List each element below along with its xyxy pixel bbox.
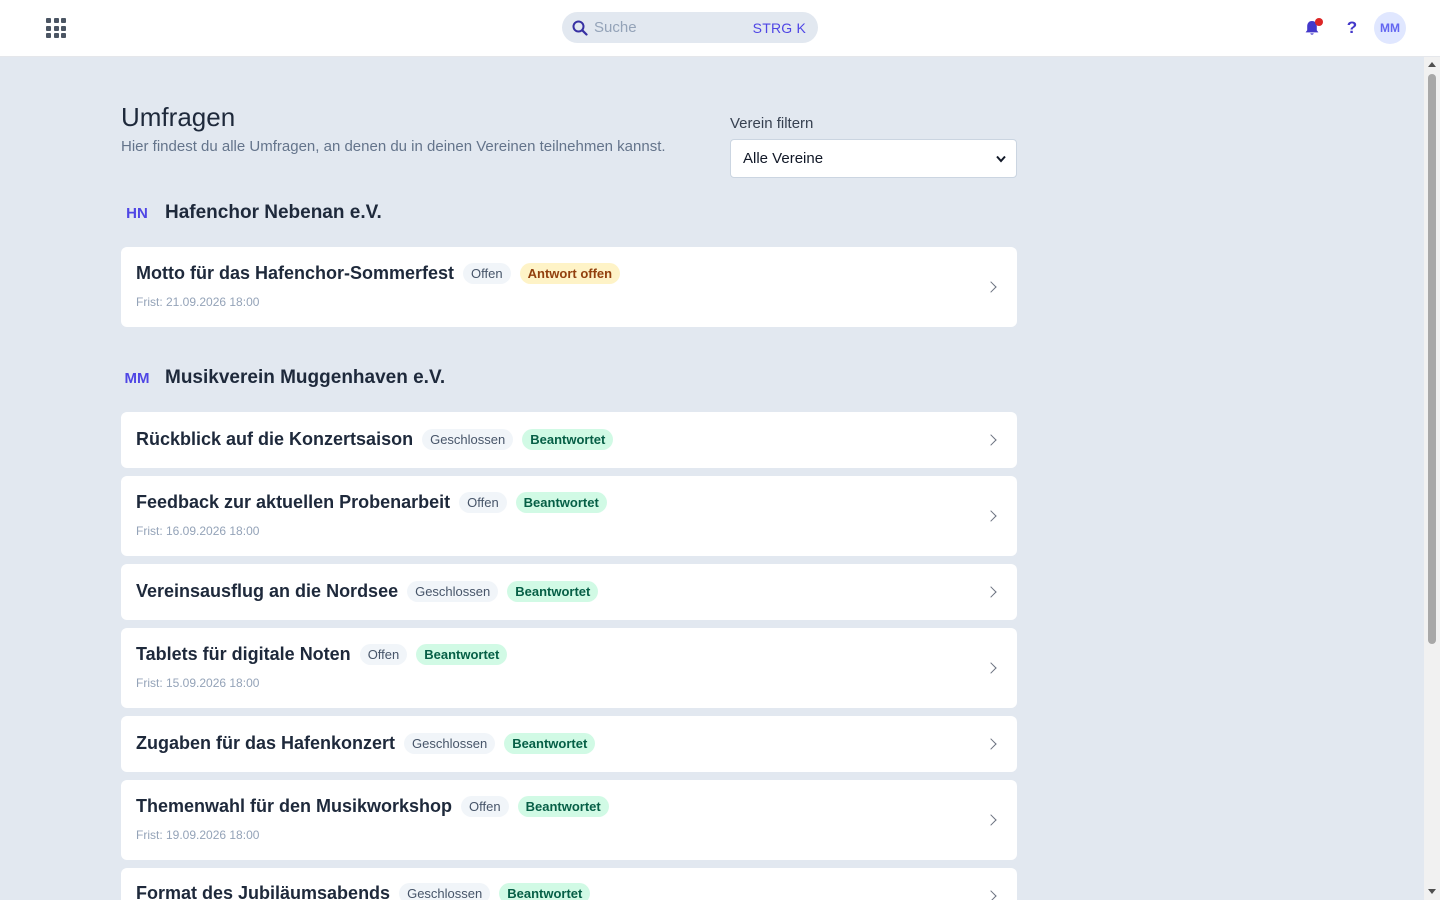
- club-filter-select[interactable]: Alle Vereine: [730, 139, 1017, 178]
- survey-deadline: Frist: 19.09.2026 18:00: [136, 828, 260, 842]
- search-bar[interactable]: Suche STRG K: [562, 12, 818, 43]
- chevron-right-icon: [985, 738, 997, 750]
- survey-status-badge: Geschlossen: [407, 581, 499, 602]
- survey-title: Vereinsausflug an die Nordsee: [136, 581, 399, 601]
- survey-card[interactable]: Format des Jubiläumsabends Geschlossen B…: [121, 868, 1017, 900]
- survey-title: Tablets für digitale Noten: [136, 644, 351, 664]
- club-header: HN Hafenchor Nebenan e.V.: [121, 202, 382, 224]
- club-filter-value: Alle Vereine: [743, 150, 824, 167]
- survey-card[interactable]: Themenwahl für den Musikworkshop Offen B…: [121, 780, 1017, 860]
- survey-card[interactable]: Rückblick auf die Konzertsaison Geschlos…: [121, 412, 1017, 468]
- survey-status-badge: Geschlossen: [399, 883, 491, 900]
- search-input[interactable]: Suche: [594, 19, 753, 36]
- chevron-right-icon: [985, 586, 997, 598]
- answer-status-badge: Beantwortet: [515, 492, 607, 513]
- answer-status-badge: Beantwortet: [504, 733, 596, 754]
- survey-card[interactable]: Vereinsausflug an die Nordsee Geschlosse…: [121, 564, 1017, 620]
- survey-deadline: Frist: 16.09.2026 18:00: [136, 524, 260, 538]
- answer-status-badge: Beantwortet: [522, 429, 614, 450]
- survey-status-badge: Geschlossen: [422, 429, 514, 450]
- scrollbar-thumb[interactable]: [1428, 74, 1436, 644]
- survey-card[interactable]: Zugaben für das Hafenkonzert Geschlossen…: [121, 716, 1017, 772]
- survey-deadline: Frist: 21.09.2026 18:00: [136, 295, 260, 309]
- survey-deadline: Frist: 15.09.2026 18:00: [136, 676, 260, 690]
- survey-card[interactable]: Tablets für digitale Noten Offen Beantwo…: [121, 628, 1017, 708]
- chevron-right-icon: [985, 434, 997, 446]
- survey-status-badge: Offen: [459, 492, 507, 513]
- chevron-down-icon: [996, 155, 1006, 163]
- chevron-right-icon: [985, 510, 997, 522]
- survey-status-badge: Offen: [359, 644, 408, 665]
- answer-status-badge: Beantwortet: [499, 883, 591, 900]
- top-bar: Suche STRG K ? MM: [0, 0, 1440, 56]
- club-filter-label: Verein filtern: [730, 115, 814, 132]
- club-name: Musikverein Muggenhaven e.V.: [165, 367, 446, 388]
- scroll-up-arrow-icon[interactable]: [1428, 62, 1436, 67]
- answer-status-badge: Beantwortet: [416, 644, 508, 665]
- answer-status-badge: Antwort offen: [519, 263, 621, 284]
- survey-status-badge: Geschlossen: [404, 733, 496, 754]
- page-scrollbar[interactable]: [1424, 56, 1440, 900]
- survey-title: Motto für das Hafenchor-Sommerfest: [136, 263, 455, 283]
- chevron-right-icon: [985, 281, 997, 293]
- survey-status-badge: Offen: [461, 796, 509, 817]
- scroll-down-arrow-icon[interactable]: [1428, 889, 1436, 894]
- apps-grid-icon[interactable]: [43, 15, 69, 41]
- club-initials: HN: [126, 204, 148, 222]
- survey-title: Themenwahl für den Musikworkshop: [136, 796, 453, 816]
- answer-status-badge: Beantwortet: [507, 581, 599, 602]
- club-name: Hafenchor Nebenan e.V.: [165, 202, 382, 223]
- survey-status-badge: Offen: [463, 263, 511, 284]
- avatar[interactable]: MM: [1374, 12, 1406, 44]
- survey-title: Feedback zur aktuellen Probenarbeit: [136, 492, 451, 512]
- chevron-right-icon: [985, 890, 997, 900]
- survey-title: Rückblick auf die Konzertsaison: [136, 429, 414, 449]
- page-title: Umfragen: [121, 102, 236, 132]
- survey-title: Zugaben für das Hafenkonzert: [136, 733, 396, 753]
- search-icon: [572, 20, 588, 36]
- notification-badge: [1315, 18, 1323, 26]
- search-shortcut-hint: STRG K: [752, 19, 806, 36]
- chevron-right-icon: [985, 814, 997, 826]
- club-header: MM Musikverein Muggenhaven e.V.: [121, 367, 446, 389]
- chevron-right-icon: [985, 662, 997, 674]
- notifications-button[interactable]: [1302, 18, 1323, 38]
- club-initials: MM: [124, 369, 150, 387]
- survey-card[interactable]: Motto für das Hafenchor-Sommerfest Offen…: [121, 247, 1017, 327]
- page-description: Hier findest du alle Umfragen, an denen …: [121, 138, 666, 155]
- help-icon[interactable]: ?: [1343, 16, 1361, 40]
- survey-title: Format des Jubiläumsabends: [136, 883, 391, 900]
- survey-card[interactable]: Feedback zur aktuellen Probenarbeit Offe…: [121, 476, 1017, 556]
- answer-status-badge: Beantwortet: [517, 796, 609, 817]
